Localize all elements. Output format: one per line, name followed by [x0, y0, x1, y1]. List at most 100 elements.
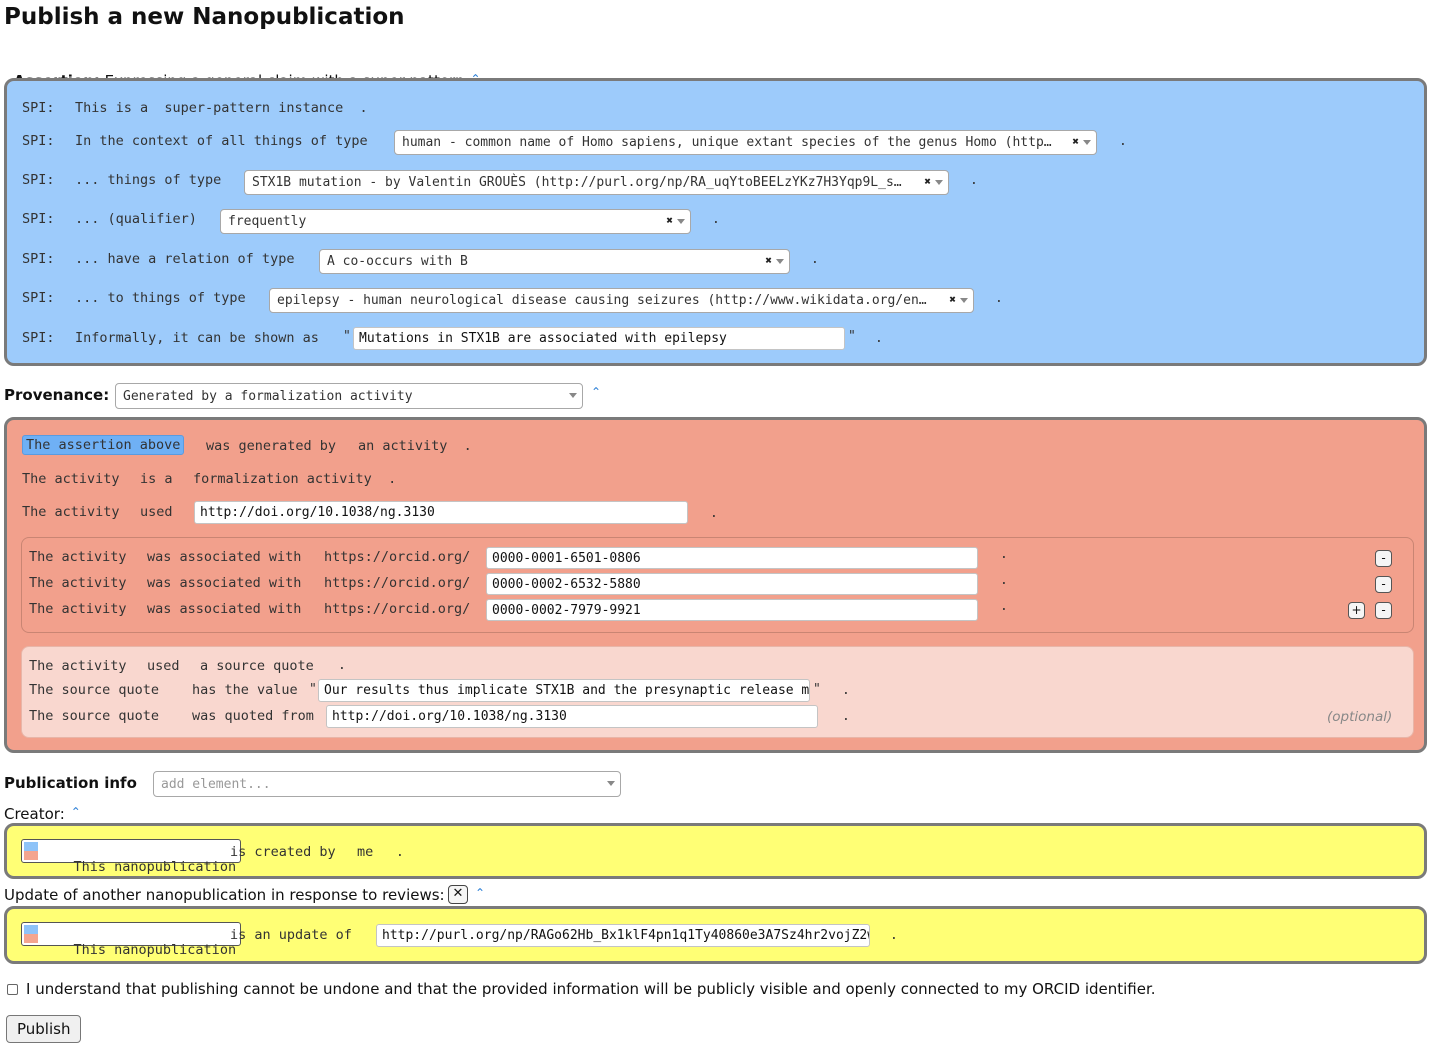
pubinfo-label-text: Publication info — [4, 774, 137, 792]
pubinfo-label: Publication info — [4, 774, 137, 792]
predicate-text: was associated with — [147, 575, 302, 591]
creator-box: This nanopublication is created by me . — [4, 823, 1427, 879]
relation-type-select[interactable]: A co-occurs with B ✖ — [319, 249, 790, 274]
predicate-text: was associated with — [147, 601, 302, 617]
subject-text: The source quote — [29, 708, 160, 724]
separator-dot: . — [712, 212, 720, 227]
predicate-text: is created by — [230, 844, 336, 860]
quote-mark: " — [343, 329, 351, 344]
assertion-reference[interactable]: The assertion above — [22, 435, 185, 455]
predicate-text: used — [140, 504, 173, 520]
spi-prefix: SPI: — [22, 172, 55, 188]
quote-mark: " — [813, 682, 821, 697]
provenance-label: Provenance: — [4, 386, 109, 404]
spi-text: ... (qualifier) — [75, 211, 197, 227]
caret-down-icon[interactable] — [960, 298, 968, 303]
subject-text: The activity — [29, 658, 127, 674]
quote-value-input[interactable]: Our results thus implicate STX1B and the… — [318, 679, 810, 702]
caret-down-icon[interactable] — [776, 259, 784, 264]
close-icon[interactable]: ✖ — [924, 175, 931, 188]
predicate-text: was generated by — [206, 438, 337, 454]
separator-dot: . — [995, 291, 1003, 306]
spi-text: ... things of type — [75, 172, 222, 188]
close-icon[interactable]: ✖ — [765, 254, 772, 267]
target-type-select[interactable]: epilepsy - human neurological disease ca… — [269, 288, 974, 313]
things-type-select[interactable]: STX1B mutation - by Valentin GROUÈS (htt… — [244, 170, 949, 195]
add-button[interactable]: + — [1348, 602, 1365, 619]
spi-prefix: SPI: — [22, 211, 55, 227]
close-icon[interactable]: ✕ — [448, 885, 468, 904]
update-label: Update of another nanopublication in res… — [4, 886, 445, 904]
spi-text: In the context of all things of type — [75, 133, 368, 149]
chevron-up-icon[interactable]: ⌃ — [591, 385, 601, 399]
subject-text: The activity — [22, 471, 120, 487]
separator-dot: . — [811, 252, 819, 267]
this-nanopub-badge[interactable]: This nanopublication — [21, 922, 242, 958]
caret-down-icon[interactable] — [569, 393, 577, 398]
select-placeholder: add element... — [161, 777, 271, 792]
separator-dot: . — [1119, 134, 1127, 149]
add-element-select[interactable]: add element... — [153, 771, 621, 797]
subject-text: The activity — [29, 549, 127, 565]
page-title: Publish a new Nanopublication — [4, 4, 405, 30]
caret-down-icon[interactable] — [935, 180, 943, 185]
quoted-from-input[interactable]: http://doi.org/10.1038/ng.3130 — [326, 705, 818, 728]
object-text: a source quote — [200, 658, 314, 674]
object-text: me — [357, 844, 374, 860]
separator-dot: . — [1000, 573, 1008, 588]
chevron-up-icon[interactable]: ⌃ — [71, 805, 81, 819]
update-of-input[interactable]: http://purl.org/np/RAGo62Hb_Bx1klF4pn1q1… — [376, 924, 870, 947]
caret-down-icon[interactable] — [1083, 140, 1091, 145]
associated-group: The activity was associated with https:/… — [21, 537, 1414, 633]
object-text: an activity . — [358, 438, 472, 454]
remove-button[interactable]: - — [1375, 602, 1392, 619]
predicate-text: was quoted from — [192, 708, 314, 724]
chevron-up-icon[interactable]: ⌃ — [475, 886, 485, 900]
caret-down-icon[interactable] — [607, 781, 615, 786]
select-value: A co-occurs with B — [327, 254, 468, 269]
separator-dot: . — [338, 658, 346, 673]
badge-label: This nanopublication — [73, 942, 237, 958]
predicate-text: has the value — [192, 682, 298, 698]
spi-text: This is a super-pattern instance . — [75, 100, 368, 116]
provenance-label-text: Provenance: — [4, 386, 110, 404]
consent-checkbox[interactable] — [7, 984, 18, 995]
close-icon[interactable]: ✖ — [949, 293, 956, 306]
separator-dot: . — [1000, 547, 1008, 562]
remove-button[interactable]: - — [1375, 576, 1392, 593]
creator-label: Creator: — [4, 805, 65, 823]
quote-mark: " — [848, 329, 856, 344]
separator-dot: . — [1000, 599, 1008, 614]
close-icon[interactable]: ✖ — [666, 214, 673, 227]
consent-text: I understand that publishing cannot be u… — [26, 980, 1156, 998]
update-header: Update of another nanopublication in res… — [4, 886, 445, 904]
predicate-text: is a — [140, 471, 173, 487]
spi-text: Informally, it can be shown as — [75, 330, 319, 346]
object-text: formalization activity . — [193, 471, 397, 487]
spi-text: ... have a relation of type — [75, 251, 295, 267]
publish-button[interactable]: Publish — [6, 1015, 82, 1043]
spi-prefix: SPI: — [22, 133, 55, 149]
spi-text: ... to things of type — [75, 290, 246, 306]
orcid-prefix: https://orcid.org/ — [324, 549, 471, 565]
subject-text: The activity — [22, 504, 120, 520]
quote-mark: " — [309, 682, 317, 697]
separator-dot: . — [710, 506, 718, 521]
orcid-input[interactable]: 0000-0002-6532-5880 — [486, 573, 978, 595]
informal-statement-input[interactable]: Mutations in STX1B are associated with e… — [353, 327, 845, 350]
qualifier-select[interactable]: frequently ✖ — [220, 209, 691, 234]
this-nanopub-badge[interactable]: This nanopublication — [21, 839, 242, 875]
orcid-input[interactable]: 0000-0001-6501-0806 — [486, 547, 978, 569]
select-value: human - common name of Homo sapiens, uni… — [402, 135, 1068, 150]
optional-label: (optional) — [1327, 709, 1393, 725]
caret-down-icon[interactable] — [677, 219, 685, 224]
orcid-input[interactable]: 0000-0002-7979-9921 — [486, 599, 978, 621]
source-quote-group: The activity used a source quote . The s… — [21, 646, 1414, 738]
remove-button[interactable]: - — [1375, 550, 1392, 567]
assertion-box: SPI: This is a super-pattern instance . … — [4, 78, 1427, 366]
close-icon[interactable]: ✖ — [1072, 135, 1079, 148]
provenance-select[interactable]: Generated by a formalization activity — [115, 383, 583, 409]
spi-prefix: SPI: — [22, 330, 55, 346]
context-type-select[interactable]: human - common name of Homo sapiens, uni… — [394, 130, 1097, 155]
activity-used-input[interactable]: http://doi.org/10.1038/ng.3130 — [194, 501, 688, 524]
